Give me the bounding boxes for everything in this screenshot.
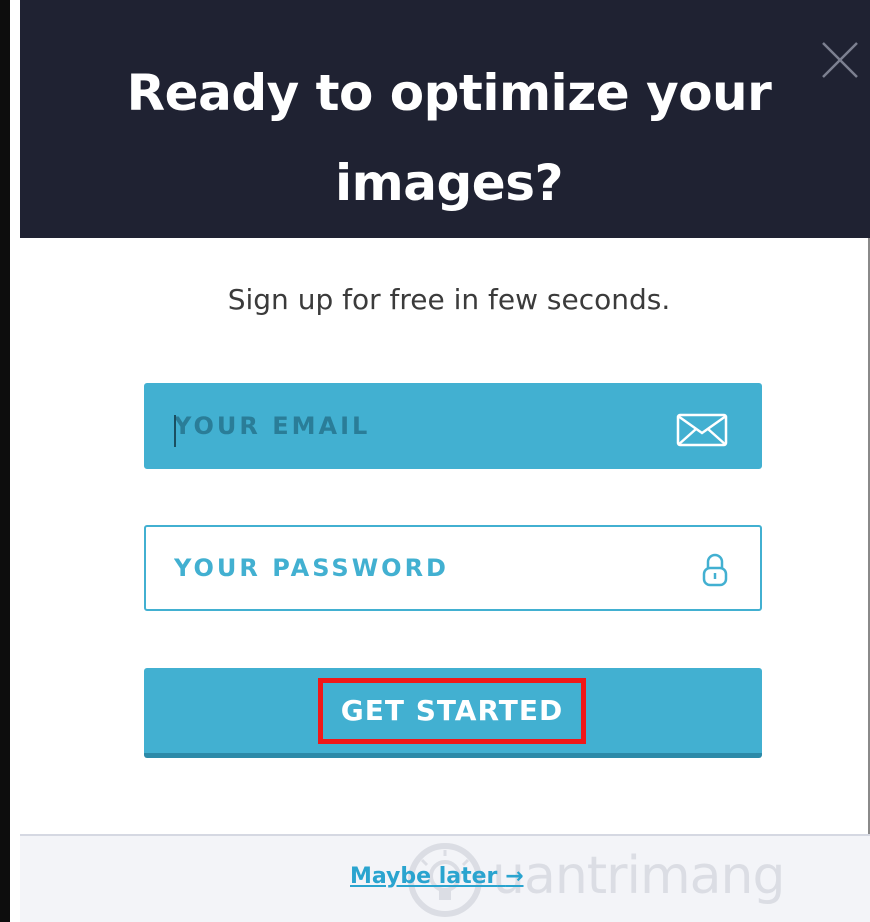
email-field[interactable] — [144, 383, 762, 469]
email-input[interactable] — [172, 385, 652, 467]
text-caret — [174, 415, 176, 447]
signup-dialog: Ready to optimize your images? Sign up f… — [0, 0, 870, 922]
envelope-icon — [676, 413, 728, 447]
dialog-subtitle: Sign up for free in few seconds. — [227, 283, 671, 316]
dialog-footer: uantrimang Maybe later → — [20, 834, 870, 922]
watermark-text: uantrimang — [492, 846, 785, 906]
dialog-headline: Ready to optimize your images? — [126, 64, 772, 212]
password-input[interactable] — [172, 527, 652, 609]
password-field[interactable] — [144, 525, 762, 611]
arrow-right-icon: → — [505, 864, 524, 889]
maybe-later-link[interactable]: Maybe later → — [350, 864, 524, 889]
close-icon[interactable] — [820, 40, 860, 80]
maybe-later-label: Maybe later — [350, 864, 498, 889]
get-started-label: GET STARTED — [318, 678, 586, 744]
dialog-header: Ready to optimize your images? — [20, 0, 870, 238]
close-button[interactable] — [820, 40, 860, 80]
get-started-button[interactable]: GET STARTED — [144, 668, 762, 758]
lock-icon — [702, 553, 728, 587]
